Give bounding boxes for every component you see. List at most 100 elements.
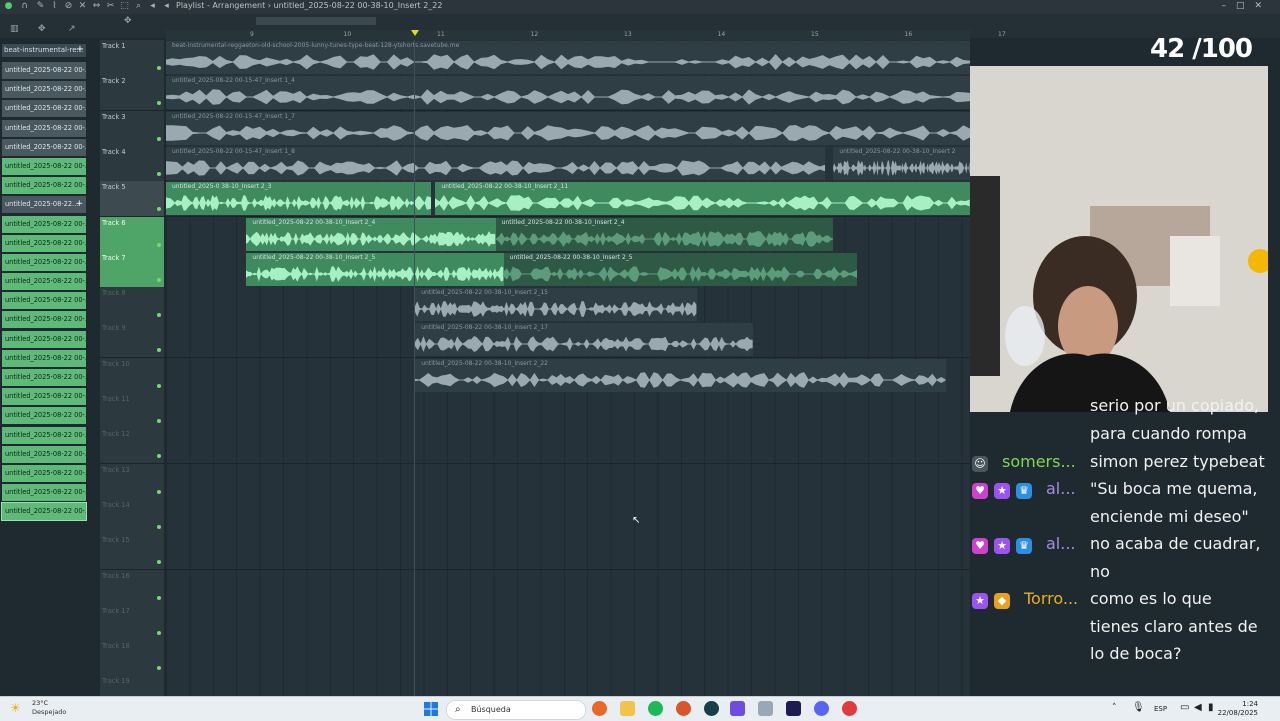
picker-item[interactable]: untitled_2025-08-22 00-... [2, 292, 86, 310]
track-header[interactable]: Track 17 [100, 604, 164, 640]
track-header[interactable]: Track 12 [100, 428, 164, 464]
track-enable-led[interactable] [157, 666, 161, 671]
picker-item[interactable]: untitled_2025-08-22 00-... [2, 100, 86, 118]
track-lane[interactable] [166, 640, 970, 676]
track-enable-led[interactable] [157, 101, 161, 106]
audio-clip[interactable]: untitled_2025-08-22 00-38-10_Insert 2_22 [415, 358, 946, 392]
track-lane[interactable] [166, 428, 970, 464]
track-enable-led[interactable] [157, 242, 161, 247]
track-lane[interactable]: untitled_2025-08-22 00-15-47_Insert 1_8 u… [166, 145, 970, 181]
track-lane[interactable]: untitled_2025-08-22 00-38-10_Insert 2_22 [166, 357, 970, 393]
picker-item[interactable]: untitled_2025-08-22 00-... [2, 426, 86, 444]
track-header[interactable]: Track 6 [100, 216, 164, 252]
track-header[interactable]: Track 2 [100, 75, 164, 111]
minimize-icon[interactable]: – [1221, 1, 1236, 11]
track-header[interactable]: Track 14 [100, 498, 164, 534]
picker-item[interactable]: untitled_2025-08-22 00-... [2, 388, 86, 406]
add-icon[interactable]: + [74, 44, 86, 57]
timeline-ruler[interactable]: 9 10 11 12 13 14 15 16 17 [166, 30, 1006, 40]
playhead-marker[interactable] [411, 30, 419, 36]
audio-clip[interactable]: beat-instrumental-reggaeton-old-school-2… [166, 41, 970, 74]
file-explorer-icon[interactable] [620, 701, 635, 716]
track-lane[interactable]: untitled_2025-08-22 00-38-10_Insert 2_5 u… [166, 251, 970, 287]
mute-icon[interactable]: ✕ [78, 2, 87, 11]
pencil-icon[interactable]: ✎ [36, 2, 45, 11]
picker-item[interactable]: untitled_2025-08-22 00-... [2, 369, 86, 386]
picker-item[interactable]: untitled_2025-08-22 00-... [2, 215, 86, 233]
firefox-icon[interactable] [592, 701, 607, 716]
track-enable-led[interactable] [157, 383, 161, 388]
slip-icon[interactable]: ⇔ [92, 2, 101, 11]
audio-clip[interactable]: untitled_2025-08-22 00-15-47_Insert 1_8 [166, 146, 826, 180]
track-lane[interactable] [166, 463, 970, 499]
clock-date[interactable]: 22/08/2025 [1214, 709, 1258, 717]
chat-username[interactable]: al... [1046, 534, 1076, 553]
picker-item[interactable]: untitled_2025-08-22 00-... [2, 484, 86, 502]
weather-icon[interactable]: ☀ [10, 701, 21, 715]
slice-icon[interactable]: ✂ [106, 2, 115, 11]
track-header[interactable]: Track 5 [100, 181, 164, 217]
snap-icon[interactable]: ▥ [10, 24, 19, 34]
track-enable-led[interactable] [157, 207, 161, 212]
brush-icon[interactable]: ⌇ [50, 2, 59, 11]
windows-start-icon[interactable] [424, 702, 438, 716]
app-icon[interactable] [758, 701, 773, 716]
discord-icon[interactable] [814, 701, 829, 716]
picker-item[interactable]: untitled_2025-08-22 00-... [2, 273, 86, 291]
track-header[interactable]: Track 1 [100, 40, 164, 75]
chat-username[interactable]: Torro... [1024, 589, 1078, 608]
track-enable-led[interactable] [157, 277, 161, 282]
track-enable-led[interactable] [157, 595, 161, 600]
track-header[interactable]: Track 15 [100, 534, 164, 570]
audio-clip[interactable]: untitled_2025-08-22 00-38-10_Insert 2_11 [435, 182, 970, 216]
track-enable-led[interactable] [157, 489, 161, 494]
picker-item[interactable]: untitled_2025-08-22 00-... [2, 119, 86, 137]
track-lane[interactable]: untitled_2025-08-22 00-38-10_Insert 2_17 [166, 322, 970, 358]
chat-username[interactable]: al... [1046, 479, 1076, 498]
track-lane[interactable]: untitled_2025-08-22 00-38-10_Insert 2_15 [166, 287, 970, 323]
track-enable-led[interactable] [157, 348, 161, 353]
track-lane[interactable]: untitled_2025-0 38-10_Insert 2_3 untitled… [166, 181, 970, 217]
fl-logo-icon[interactable]: ● [4, 2, 13, 11]
audio-clip[interactable]: untitled_2025-08-22 00-38-10_Insert 2_4 [495, 217, 834, 251]
weather-desc[interactable]: Despejado [32, 708, 66, 716]
audio-clip[interactable]: untitled_2025-0 38-10_Insert 2_3 [166, 182, 432, 216]
audio-clip[interactable]: untitled_2025-08-22 00-38-10_Insert 2_5 [246, 252, 504, 286]
audio-clip[interactable]: untitled_2025-08-22 00-38-10_Insert 2_17 [415, 323, 753, 357]
track-lane[interactable]: untitled_2025-08-22 00-15-47_Insert 1_4 [166, 75, 970, 111]
upwork-icon[interactable] [704, 701, 719, 716]
track-lane[interactable] [166, 534, 970, 570]
microphone-icon[interactable]: 🎙 [1132, 702, 1145, 713]
weather-temp[interactable]: 23°C [32, 699, 48, 707]
picker-item[interactable]: untitled_2025-08-22 00-... [2, 138, 86, 156]
chat-username[interactable]: somers... [1002, 452, 1076, 471]
track-header[interactable]: Track 13 [100, 463, 164, 499]
track-enable-led[interactable] [157, 136, 161, 141]
picker-item[interactable]: untitled_2025-08-22 00-... [2, 445, 86, 463]
track-lane[interactable] [166, 569, 970, 605]
track-enable-led[interactable] [157, 313, 161, 318]
picker-item[interactable]: untitled_2025-08-22... + [2, 196, 86, 214]
picker-item[interactable]: untitled_2025-08-22 00-... [2, 81, 86, 99]
track-enable-led[interactable] [157, 630, 161, 635]
language-indicator[interactable]: ESP [1154, 705, 1167, 713]
picker-item[interactable]: untitled_2025-08-22 00-... [2, 62, 86, 79]
picker-item[interactable]: untitled_2025-08-22 00-... [2, 177, 86, 195]
audio-clip[interactable]: untitled_2025-08-22 00-15-47_Insert 1_7 [166, 111, 970, 145]
chrome-icon[interactable] [842, 701, 857, 716]
horizontal-scrollbar[interactable] [256, 17, 376, 25]
maximize-icon[interactable]: □ [1236, 1, 1255, 11]
track-lane[interactable]: untitled_2025-08-22 00-38-10_Insert 2_4 u… [166, 216, 970, 252]
speaker-icon[interactable]: ◂ [148, 2, 157, 11]
move-icon[interactable]: ✥ [38, 24, 46, 34]
picker-item[interactable]: untitled_2025-08-22 00-... [2, 407, 86, 425]
delete-icon[interactable]: ⊘ [64, 2, 73, 11]
battery-icon[interactable]: ▮ [1208, 702, 1214, 713]
audio-clip[interactable]: untitled_2025-08-22 00-38-10_Insert 2_5 [503, 252, 858, 286]
track-header[interactable]: Track 18 [100, 640, 164, 676]
audio-clip[interactable]: untitled_2025-08-22 00-38-10_Insert 2_15 [415, 288, 697, 322]
track-header[interactable]: Track 16 [100, 569, 164, 605]
track-enable-led[interactable] [157, 419, 161, 423]
track-header[interactable]: Track 11 [100, 393, 164, 428]
track-enable-led[interactable] [157, 560, 161, 565]
